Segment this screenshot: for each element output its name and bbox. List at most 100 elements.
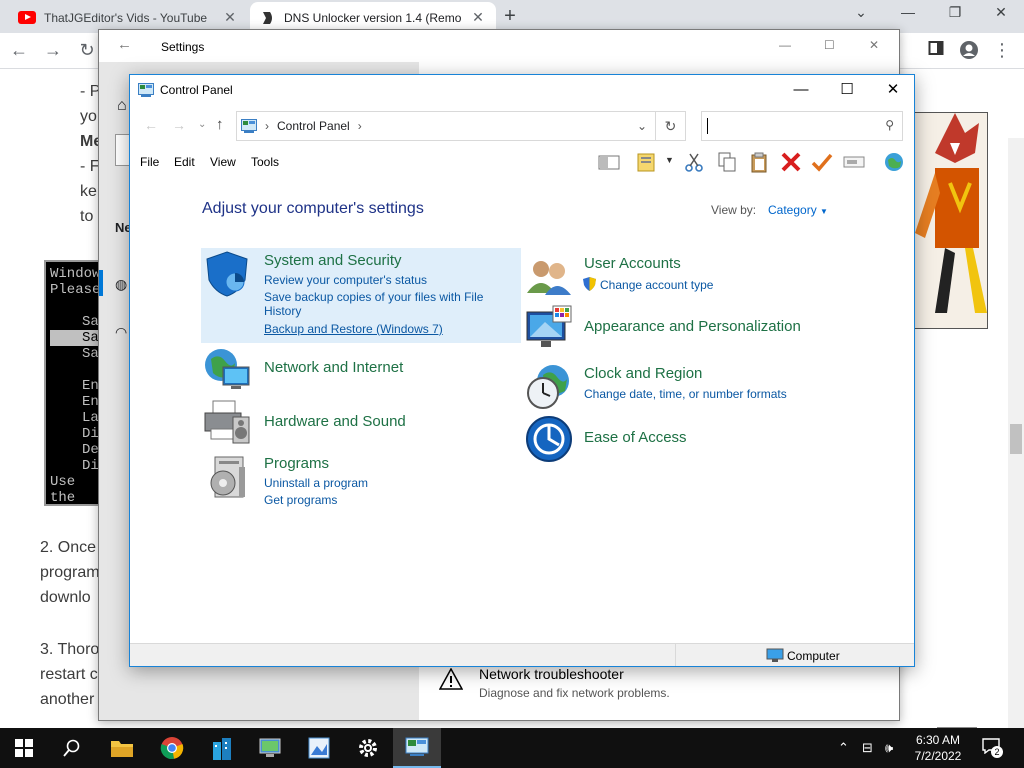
programs-icon — [210, 456, 245, 498]
cut-icon[interactable] — [683, 151, 705, 173]
breadcrumb-separator-icon[interactable]: › — [265, 119, 269, 133]
get-programs-link[interactable]: Get programs — [264, 493, 337, 507]
globe-icon[interactable]: ◍ — [115, 276, 127, 293]
dos-line — [50, 362, 98, 378]
menu-view[interactable]: View — [210, 155, 236, 169]
control-panel-window: Control Panel — ☐ ✕ ← → ⌄ ↑ › Control Pa… — [129, 74, 915, 667]
category-title[interactable]: Clock and Region — [584, 365, 702, 382]
taskbar-settings[interactable] — [344, 728, 392, 768]
troubleshooter-desc: Diagnose and fix network problems. — [479, 686, 670, 700]
search-icon[interactable]: ⚲ — [885, 118, 894, 132]
category-title[interactable]: Network and Internet — [264, 359, 403, 376]
rename-icon[interactable] — [843, 151, 865, 173]
properties-icon[interactable] — [635, 151, 657, 173]
dropdown-arrow-icon[interactable]: ▼ — [665, 155, 674, 165]
text-cursor — [707, 118, 708, 134]
system-clock[interactable]: 6:30 AM 7/2/2022 — [905, 732, 971, 764]
view-by-dropdown[interactable]: Category ▼ — [768, 203, 828, 217]
back-icon[interactable]: ← — [117, 36, 132, 53]
address-bar[interactable]: › Control Panel › ⌄ — [236, 111, 656, 141]
back-icon[interactable]: ← — [144, 117, 158, 133]
recent-locations-icon[interactable]: ⌄ — [198, 119, 206, 130]
category-title[interactable]: Hardware and Sound — [264, 413, 406, 430]
search-control-panel-input[interactable]: ⚲ — [701, 111, 903, 141]
backup-restore-link[interactable]: Backup and Restore (Windows 7) — [264, 322, 443, 336]
settings-title: Settings — [161, 40, 205, 54]
taskbar-network-app[interactable] — [246, 728, 294, 768]
forward-icon[interactable]: → — [172, 117, 186, 133]
taskbar-app-blue[interactable] — [198, 728, 246, 768]
category-title[interactable]: User Accounts — [584, 255, 681, 272]
maximize-icon[interactable]: ☐ — [824, 38, 835, 52]
page-scrollbar[interactable] — [1008, 138, 1024, 768]
category-title[interactable]: Ease of Access — [584, 429, 687, 446]
sidebar-icon[interactable] — [925, 40, 947, 61]
control-panel-icon — [241, 119, 257, 133]
minimize-icon[interactable]: — — [779, 38, 791, 52]
review-status-link[interactable]: Review your computer's status — [264, 273, 427, 287]
printer-icon — [204, 400, 250, 444]
tab-search-icon[interactable]: ⌄ — [846, 4, 876, 21]
home-icon[interactable]: ⌂ — [117, 97, 127, 115]
reload-icon[interactable]: ↻ — [76, 40, 98, 61]
change-date-formats-link[interactable]: Change date, time, or number formats — [584, 387, 787, 401]
taskbar-paint[interactable] — [295, 728, 343, 768]
copy-icon[interactable] — [716, 151, 738, 173]
checkmark-icon[interactable] — [811, 151, 833, 173]
maximize-icon[interactable]: ☐ — [824, 75, 870, 105]
globe-icon[interactable] — [883, 151, 905, 173]
minimize-icon[interactable]: — — [778, 75, 824, 105]
delete-icon[interactable] — [780, 151, 802, 173]
file-history-link[interactable]: Save backup copies of your files with Fi… — [264, 290, 504, 318]
new-tab-button[interactable]: + — [500, 5, 520, 28]
control-panel-icon — [138, 83, 154, 97]
close-tab-icon[interactable]: ✕ — [222, 9, 238, 26]
address-dropdown-icon[interactable]: ⌄ — [637, 119, 647, 133]
minimize-icon[interactable]: — — [893, 4, 923, 20]
uninstall-program-link[interactable]: Uninstall a program — [264, 476, 368, 490]
menu-icon[interactable]: ⋮ — [991, 40, 1013, 61]
category-title[interactable]: Programs — [264, 455, 329, 472]
scrollbar-thumb[interactable] — [1010, 424, 1022, 454]
up-icon[interactable]: ↑ — [216, 116, 224, 133]
change-account-type-link[interactable]: Change account type — [600, 278, 713, 292]
category-title[interactable]: Appearance and Personalization — [584, 318, 801, 335]
profile-icon[interactable] — [958, 40, 980, 65]
notifications-button[interactable]: 2 — [982, 738, 1004, 758]
status-divider — [675, 644, 676, 666]
article-text: another — [40, 691, 95, 708]
taskbar-chrome[interactable] — [148, 728, 196, 768]
category-title[interactable]: System and Security — [264, 252, 402, 269]
taskbar-file-explorer[interactable] — [98, 728, 146, 768]
close-icon[interactable]: ✕ — [869, 38, 879, 52]
address-bar-row: ← → ⌄ ↑ › Control Panel › ⌄ ↻ ⚲ — [130, 105, 914, 147]
preview-pane-icon[interactable] — [598, 151, 620, 173]
monitor-palette-icon — [526, 305, 572, 347]
wifi-icon[interactable]: ◠ — [115, 324, 127, 341]
uac-shield-icon — [583, 277, 596, 291]
menu-edit[interactable]: Edit — [174, 155, 195, 169]
article-text: - F — [80, 158, 100, 175]
show-hidden-icons[interactable]: ⌃ — [838, 740, 849, 756]
close-icon[interactable]: ✕ — [870, 75, 916, 105]
close-tab-icon[interactable]: ✕ — [470, 9, 486, 26]
breadcrumb-separator-icon[interactable]: › — [358, 119, 362, 133]
refresh-button[interactable]: ↻ — [656, 111, 686, 141]
search-button[interactable] — [48, 728, 96, 768]
network-status-icon[interactable]: ⊟ — [862, 740, 873, 756]
menu-file[interactable]: File — [140, 155, 159, 169]
back-icon[interactable]: ← — [8, 40, 30, 61]
forward-icon[interactable]: → — [42, 40, 64, 61]
paste-icon[interactable] — [748, 151, 770, 173]
clock-time: 6:30 AM — [915, 733, 961, 747]
menu-tools[interactable]: Tools — [251, 155, 279, 169]
users-icon — [527, 261, 571, 295]
settings-titlebar: ← Settings — ☐ ✕ — [99, 30, 899, 62]
taskbar-control-panel[interactable] — [393, 728, 441, 768]
status-bar: Computer — [130, 643, 914, 666]
volume-icon[interactable]: 🕪 — [885, 740, 893, 756]
close-icon[interactable]: ✕ — [986, 4, 1016, 21]
breadcrumb-control-panel[interactable]: Control Panel — [277, 119, 350, 133]
start-button[interactable] — [0, 728, 48, 768]
restore-icon[interactable]: ❐ — [940, 4, 970, 21]
